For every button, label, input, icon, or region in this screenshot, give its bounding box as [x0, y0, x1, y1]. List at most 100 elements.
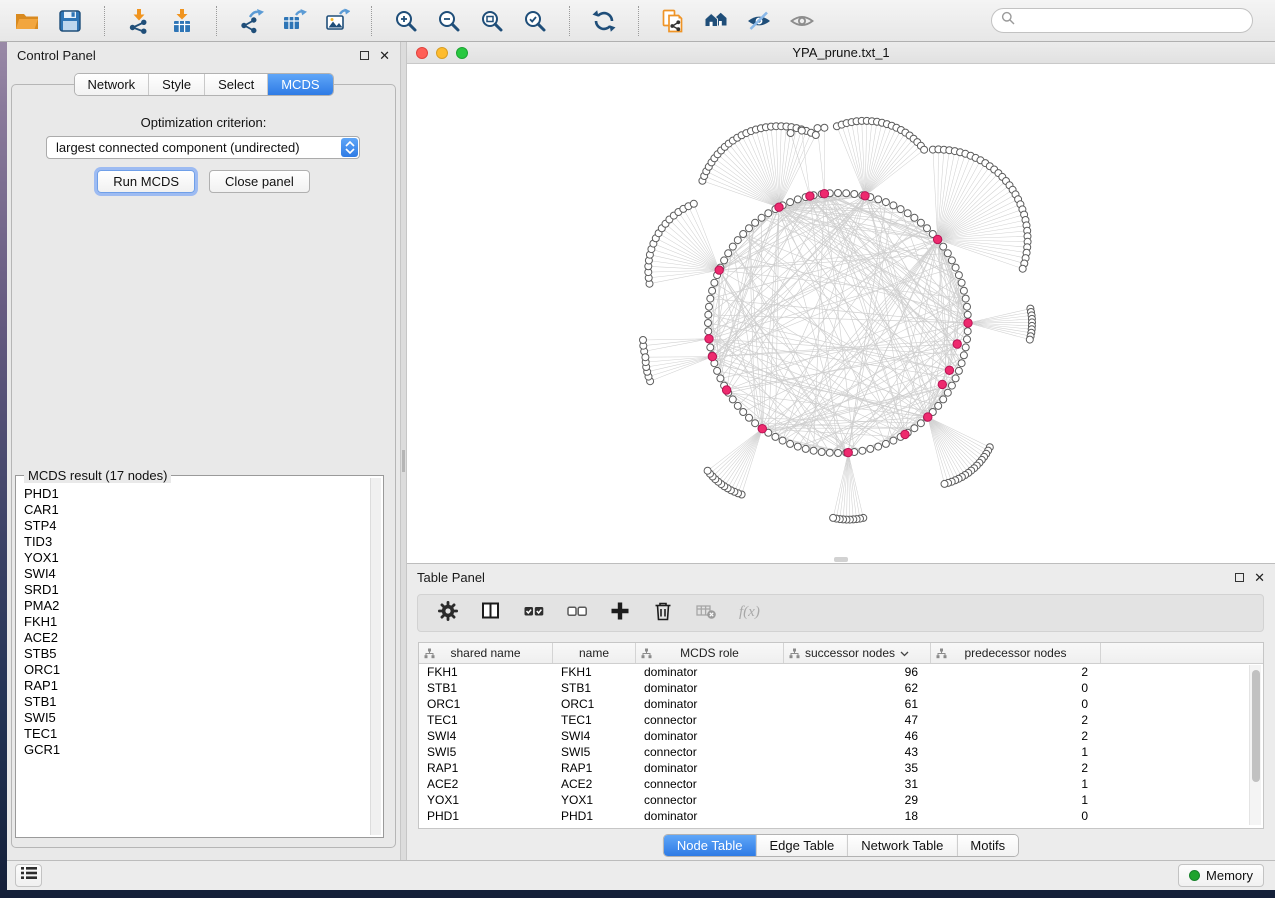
refresh-button[interactable]: [589, 6, 619, 36]
vertical-splitter-handle[interactable]: [402, 450, 405, 472]
zoom-out-button[interactable]: [434, 6, 464, 36]
table-row[interactable]: FKH1FKH1dominator962: [419, 664, 1263, 680]
graph-node[interactable]: [921, 146, 928, 153]
table-row[interactable]: YOX1YOX1connector291: [419, 792, 1263, 808]
table-scrollbar-thumb[interactable]: [1252, 670, 1260, 782]
graph-node[interactable]: [746, 414, 753, 421]
graph-node[interactable]: [944, 250, 951, 257]
close-window-button[interactable]: [416, 47, 428, 59]
close-panel-button[interactable]: Close panel: [209, 170, 310, 193]
column-header-predecessor-nodes[interactable]: predecessor nodes: [931, 643, 1101, 663]
column-header-mcds-role[interactable]: MCDS role: [636, 643, 784, 663]
zoom-window-button[interactable]: [456, 47, 468, 59]
graph-node[interactable]: [964, 303, 971, 310]
graph-node[interactable]: [717, 375, 724, 382]
graph-node[interactable]: [940, 396, 947, 403]
graph-node[interactable]: [952, 375, 959, 382]
mcds-result-item[interactable]: SWI4: [24, 566, 368, 582]
first-neighbors-button[interactable]: [701, 6, 731, 36]
graph-dominator-node[interactable]: [861, 192, 869, 200]
graph-node[interactable]: [729, 243, 736, 250]
graph-dominator-node[interactable]: [844, 448, 852, 456]
graph-node[interactable]: [740, 231, 747, 238]
tab-edge-table[interactable]: Edge Table: [755, 835, 847, 856]
graph-dominator-node[interactable]: [964, 319, 972, 327]
float-panel-icon[interactable]: [360, 51, 369, 60]
run-mcds-button[interactable]: Run MCDS: [97, 170, 195, 193]
result-scrollbar[interactable]: [370, 478, 381, 835]
network-canvas[interactable]: [407, 64, 1275, 563]
table-row[interactable]: SWI4SWI4dominator462: [419, 728, 1263, 744]
zoom-fit-button[interactable]: [477, 6, 507, 36]
graph-node[interactable]: [867, 445, 874, 452]
graph-node[interactable]: [843, 190, 850, 197]
tab-mcds[interactable]: MCDS: [267, 74, 332, 95]
graph-node[interactable]: [779, 437, 786, 444]
graph-node[interactable]: [944, 389, 951, 396]
import-network-button[interactable]: [124, 6, 154, 36]
mcds-result-item[interactable]: STB1: [24, 694, 368, 710]
graph-node[interactable]: [964, 328, 971, 335]
graph-node[interactable]: [952, 264, 959, 271]
graph-node[interactable]: [948, 382, 955, 389]
graph-node[interactable]: [765, 210, 772, 217]
graph-node[interactable]: [897, 206, 904, 213]
graph-node[interactable]: [821, 124, 828, 131]
panel-list-button[interactable]: [15, 864, 42, 887]
graph-node[interactable]: [851, 191, 858, 198]
column-header-successor-nodes[interactable]: successor nodes: [784, 643, 931, 663]
graph-node[interactable]: [802, 445, 809, 452]
mcds-result-item[interactable]: SWI5: [24, 710, 368, 726]
graph-node[interactable]: [960, 352, 967, 359]
graph-node[interactable]: [734, 237, 741, 244]
memory-button[interactable]: Memory: [1178, 864, 1264, 887]
table-row[interactable]: ORC1ORC1dominator610: [419, 696, 1263, 712]
graph-node[interactable]: [787, 440, 794, 447]
graph-dominator-node[interactable]: [945, 366, 953, 374]
graph-node[interactable]: [1026, 336, 1033, 343]
graph-node[interactable]: [940, 243, 947, 250]
column-header-shared-name[interactable]: shared name: [419, 643, 553, 663]
close-panel-icon[interactable]: ✕: [379, 49, 390, 62]
close-table-panel-icon[interactable]: ✕: [1254, 571, 1265, 584]
graph-dominator-node[interactable]: [933, 235, 941, 243]
mcds-result-list[interactable]: PHD1CAR1STP4TID3YOX1SWI4SRD1PMA2FKH1ACE2…: [18, 478, 368, 835]
graph-node[interactable]: [964, 336, 971, 343]
mcds-result-item[interactable]: RAP1: [24, 678, 368, 694]
graph-node[interactable]: [729, 396, 736, 403]
graph-dominator-node[interactable]: [708, 352, 716, 360]
graph-node[interactable]: [709, 287, 716, 294]
graph-node[interactable]: [772, 433, 779, 440]
export-table-button[interactable]: [279, 6, 309, 36]
mcds-result-item[interactable]: STP4: [24, 518, 368, 534]
graph-node[interactable]: [794, 196, 801, 203]
graph-node[interactable]: [875, 443, 882, 450]
graph-node[interactable]: [787, 130, 794, 137]
graph-dominator-node[interactable]: [705, 335, 713, 343]
graph-node[interactable]: [812, 132, 819, 139]
graph-node[interactable]: [705, 311, 712, 318]
import-table-button[interactable]: [167, 6, 197, 36]
column-header-name[interactable]: name: [553, 643, 636, 663]
graph-node[interactable]: [882, 440, 889, 447]
graph-node[interactable]: [721, 257, 728, 264]
table-settings-button[interactable]: [436, 599, 460, 628]
graph-node[interactable]: [725, 250, 732, 257]
graph-node[interactable]: [714, 367, 721, 374]
mcds-result-item[interactable]: FKH1: [24, 614, 368, 630]
tab-node-table[interactable]: Node Table: [664, 835, 756, 856]
graph-node[interactable]: [818, 449, 825, 456]
graph-node[interactable]: [962, 295, 969, 302]
graph-dominator-node[interactable]: [758, 425, 766, 433]
mcds-result-item[interactable]: ORC1: [24, 662, 368, 678]
graph-dominator-node[interactable]: [938, 380, 946, 388]
graph-node[interactable]: [958, 360, 965, 367]
minimize-window-button[interactable]: [436, 47, 448, 59]
graph-node[interactable]: [706, 303, 713, 310]
graph-node[interactable]: [948, 257, 955, 264]
graph-node[interactable]: [752, 420, 759, 427]
zoom-in-button[interactable]: [391, 6, 421, 36]
show-all-button[interactable]: [787, 6, 817, 36]
graph-node[interactable]: [960, 287, 967, 294]
graph-node[interactable]: [690, 200, 697, 207]
